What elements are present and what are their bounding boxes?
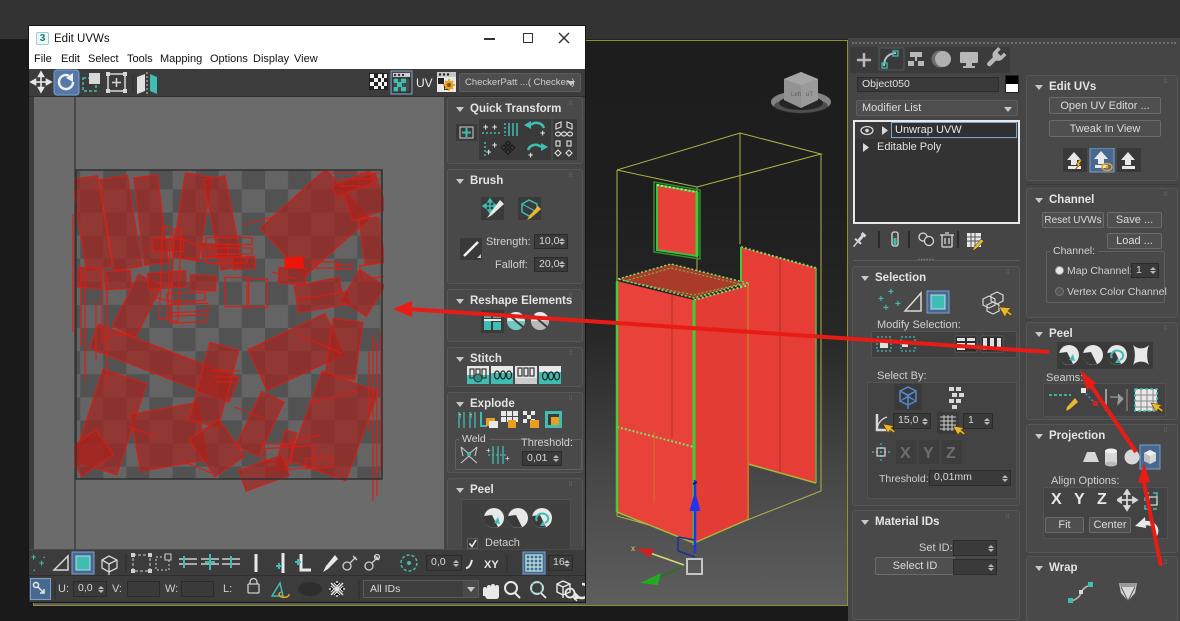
svg-text:+: + bbox=[492, 122, 497, 132]
svg-text:+: + bbox=[483, 122, 488, 132]
svg-text:+: + bbox=[540, 128, 545, 138]
svg-text:+: + bbox=[486, 147, 491, 157]
svg-text:+: + bbox=[492, 140, 497, 150]
svg-text:Y: Y bbox=[923, 445, 934, 462]
svg-text:X: X bbox=[900, 445, 911, 462]
svg-text:+: + bbox=[883, 303, 889, 314]
svg-text:UV: UV bbox=[416, 76, 433, 90]
svg-text:uT: uT bbox=[806, 92, 813, 98]
svg-text:+: + bbox=[505, 454, 510, 463]
svg-text:+: + bbox=[895, 299, 901, 310]
svg-text:x: x bbox=[631, 544, 635, 553]
svg-text:↑: ↑ bbox=[458, 411, 462, 420]
svg-text:Left: Left bbox=[791, 92, 801, 98]
svg-text:+: + bbox=[888, 287, 894, 298]
svg-text:Z: Z bbox=[946, 445, 956, 462]
svg-text:+: + bbox=[31, 552, 36, 562]
svg-text:↑: ↑ bbox=[469, 411, 473, 420]
svg-text:+: + bbox=[486, 446, 491, 455]
svg-text:+: + bbox=[528, 150, 533, 160]
svg-text:.: . bbox=[33, 563, 36, 573]
svg-text:.: . bbox=[43, 550, 46, 560]
svg-text:XY: XY bbox=[484, 559, 499, 571]
